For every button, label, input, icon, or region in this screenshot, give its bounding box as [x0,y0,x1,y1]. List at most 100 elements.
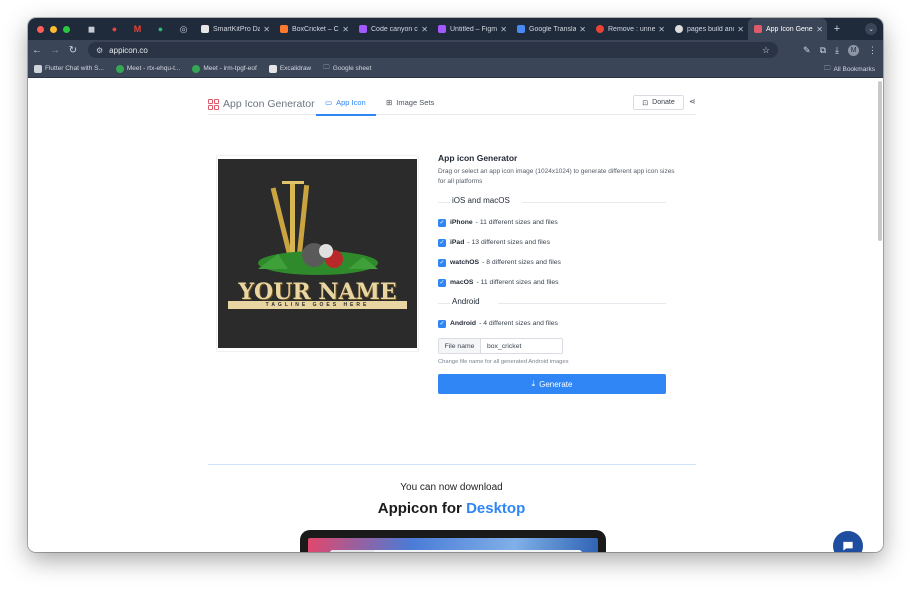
pinned-tab-icon: ◎ [179,23,188,34]
file-name-help: Change file name for all generated Andro… [438,359,569,365]
bookmark-favicon-icon [34,64,42,73]
option-ipad[interactable]: ✓ iPad - 13 different sizes and files [438,237,666,248]
pinned-tab[interactable]: ● [149,18,172,40]
back-icon[interactable]: ← [28,45,46,56]
file-name-field: File name box_cricket [438,338,563,354]
site-logo[interactable]: App Icon Generator [208,98,315,110]
pinned-tab[interactable]: ◎ [172,18,195,40]
image-icon: ▭ [325,98,333,107]
excalidraw-icon [268,64,277,73]
browser-tab[interactable]: BoxCricket – Cr ✕ [274,18,353,40]
scrollbar[interactable] [878,81,882,241]
menu-icon[interactable]: ⋮ [868,45,877,56]
checkbox-checked[interactable]: ✓ [438,319,446,328]
gmail-icon: M [133,24,142,34]
close-icon[interactable]: ✕ [421,25,428,34]
profile-avatar[interactable]: M [848,44,859,56]
bookmark-label: Google sheet [332,65,372,72]
desktop: ◼ ● M ● ◎ SmartKitPro Da ✕ BoxCricket – C… [0,0,911,590]
pinned-tab-icon: ◼ [87,23,96,34]
section-label: iOS and macOS [450,196,512,205]
option-iphone[interactable]: ✓ iPhone - 11 different sizes and files [438,217,666,228]
generate-button[interactable]: ⤓ Generate [438,374,666,394]
option-detail: - 13 different sizes and files [467,239,550,246]
bookmark-item[interactable]: Excalidraw [268,64,312,73]
checkbox-checked[interactable]: ✓ [438,218,446,227]
tab-app-icon[interactable]: ▭ App Icon [325,98,366,107]
bookmark-label: All Bookmarks [833,66,875,73]
chat-button[interactable] [833,531,863,552]
close-icon[interactable]: ✕ [263,25,270,34]
browser-tab[interactable]: Code canyon ca ✕ [353,18,432,40]
eyedropper-icon[interactable]: ✎ [803,45,811,56]
close-icon[interactable]: ✕ [658,25,665,34]
bookmark-item[interactable]: Flutter Chat with S... [34,64,104,73]
preview-tagline-text: TAGLINE GOES HERE [228,301,407,309]
option-macos[interactable]: ✓ macOS - 11 different sizes and files [438,277,666,288]
option-detail: - 11 different sizes and files [476,279,559,286]
close-window-button[interactable] [37,25,44,33]
checkbox-checked[interactable]: ✓ [438,278,446,287]
option-name: macOS [450,279,474,286]
option-watchos[interactable]: ✓ watchOS - 8 different sizes and files [438,257,666,268]
browser-tab[interactable]: Google Transla ✕ [511,18,590,40]
logo-text: App Icon Generator [223,98,315,110]
close-icon[interactable]: ✕ [342,25,349,34]
bookmark-star-icon[interactable]: ☆ [762,45,770,56]
new-tab-button[interactable]: + [827,23,847,35]
option-detail: - 4 different sizes and files [479,320,558,327]
gift-icon: ⊡ [642,99,649,107]
promo-title: Appicon for Desktop [28,500,875,517]
download-icon[interactable]: ⤓ [835,45,839,56]
folder-icon: 🗀 [823,65,831,72]
browser-tab[interactable]: pages build and ✕ [669,18,748,40]
bookmark-label: Excalidraw [279,65,312,72]
tab-title: SmartKitPro Da [213,25,261,33]
bookmark-item[interactable]: Meet - rtx-ehqu-t... [115,64,181,73]
checkbox-checked[interactable]: ✓ [438,258,446,267]
tab-search-icon[interactable]: ⌄ [865,23,877,35]
close-icon[interactable]: ✕ [579,25,586,34]
option-name: watchOS [450,259,480,266]
browser-toolbar: ← → ↻ ⚙ appicon.co ☆ ✎ ⧉ ⤓ M ⋮ [28,40,883,60]
share-icon[interactable]: ⋖ [689,97,696,106]
close-icon[interactable]: ✕ [500,25,507,34]
form-description: Drag or select an app icon image (1024x1… [438,168,675,185]
browser-tab-active[interactable]: App Icon Gene ✕ [748,18,827,40]
pinned-tab[interactable]: M [126,18,149,40]
tab-image-sets[interactable]: ⊞ Image Sets [386,98,434,107]
close-icon[interactable]: ✕ [816,25,823,34]
site-info-icon[interactable]: ⚙ [96,46,103,55]
pinned-tabs: ◼ ● M ● ◎ [80,18,195,40]
option-android[interactable]: ✓ Android - 4 different sizes and files [438,318,666,329]
close-icon[interactable]: ✕ [737,25,744,34]
bookmark-label: Flutter Chat with S... [45,65,104,72]
browser-tab[interactable]: Remove : unne ✕ [590,18,669,40]
browser-tab[interactable]: Untitled – Figm ✕ [432,18,511,40]
address-bar[interactable]: ⚙ appicon.co ☆ [88,42,778,58]
reload-icon[interactable]: ↻ [64,45,82,56]
donate-button[interactable]: ⊡ Donate [633,95,684,110]
tab-title: Remove : unne [608,25,656,33]
checkbox-checked[interactable]: ✓ [438,238,446,247]
page-content: App Icon Generator ▭ App Icon ⊞ Image Se… [28,79,883,552]
bookmark-item[interactable]: Meet - irm-tpgf-eof [192,64,257,73]
extensions-icon[interactable]: ⧉ [820,45,826,56]
pinned-tab-icon: ● [111,24,118,34]
maximize-window-button[interactable] [63,25,70,33]
all-bookmarks-folder[interactable]: 🗀 All Bookmarks [824,64,875,75]
tab-favicon-icon [754,25,762,33]
file-name-input[interactable]: box_cricket [481,339,562,353]
pinned-tab[interactable]: ◼ [80,18,103,40]
bookmark-folder[interactable]: 🗀 Google sheet [323,63,371,74]
tab-title: Google Transla [529,25,577,33]
icon-preview[interactable]: YOUR NAME TAGLINE GOES HERE [218,159,417,348]
section-divider [208,464,696,465]
bookmark-label: Meet - rtx-ehqu-t... [126,65,181,72]
browser-tab[interactable]: SmartKitPro Da ✕ [195,18,274,40]
tab-label: Image Sets [396,98,435,107]
pinned-tab[interactable]: ● [103,18,126,40]
forward-icon[interactable]: → [46,45,64,56]
minimize-window-button[interactable] [50,25,57,33]
desktop-app-illustration [300,530,606,552]
